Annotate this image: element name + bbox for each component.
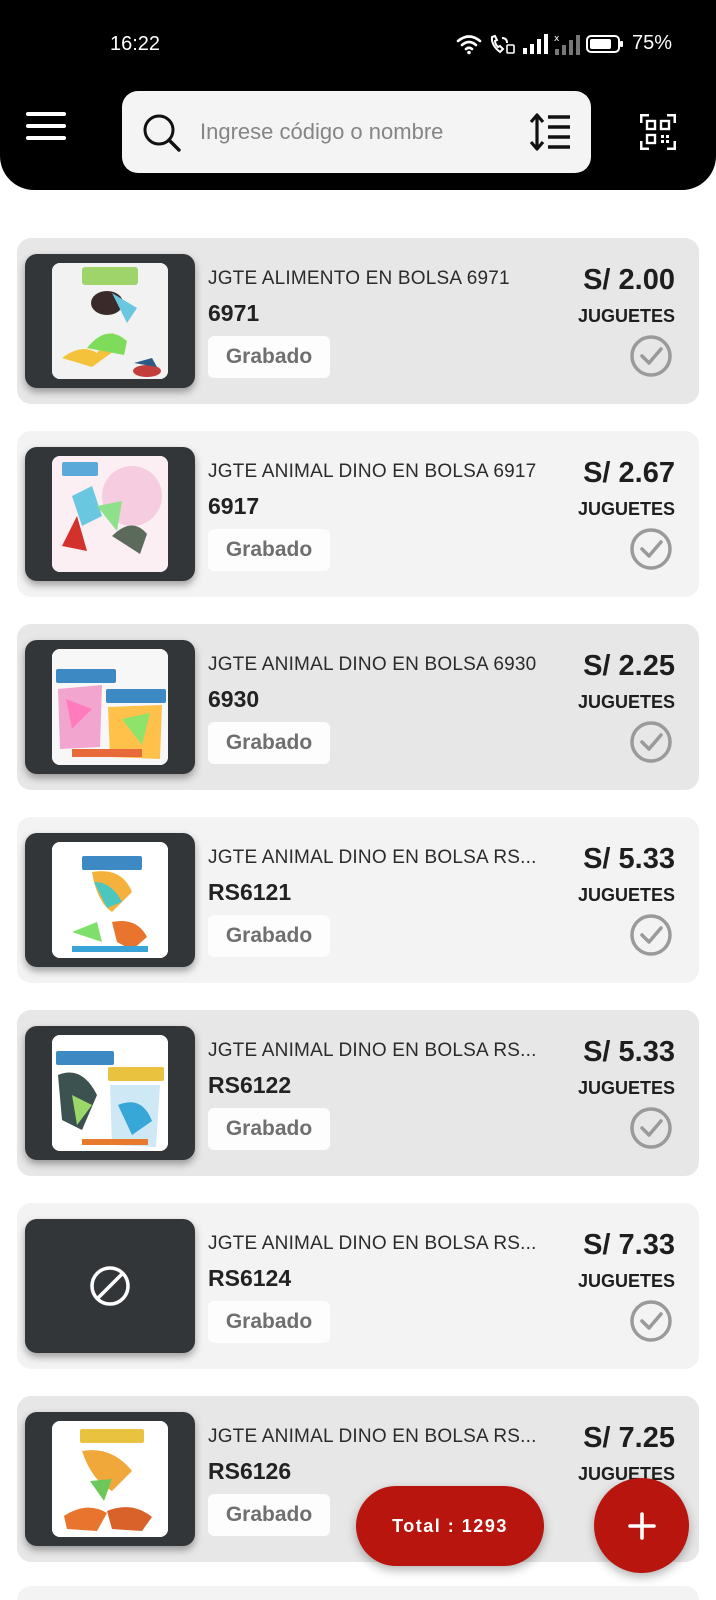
check-circle-icon [630,1300,672,1342]
product-card[interactable]: JGTE ANIMAL DINO EN BOLSA 6917 6917 Grab… [17,431,699,597]
product-price: S/ 5.33 [583,1036,675,1068]
product-code: 6971 [208,300,260,326]
status-time: 16:22 [110,33,161,55]
product-thumbnail [25,1219,195,1353]
product-thumbnail [25,1026,195,1160]
product-image [52,649,168,765]
status-badge: Grabado [208,336,330,378]
check-circle-icon [630,335,672,377]
total-count-button[interactable]: Total : 1293 [356,1486,544,1566]
product-price: S/ 5.33 [583,843,675,875]
product-code: RS6121 [208,879,292,905]
product-thumbnail [25,833,195,967]
status-badge: Grabado [208,529,330,571]
product-category: JUGUETES [577,692,675,712]
product-thumbnail [25,1412,195,1546]
check-circle-icon [630,721,672,763]
product-price: S/ 7.25 [583,1422,675,1454]
product-card-partial[interactable] [17,1586,699,1600]
plus-icon [628,1512,656,1540]
check-circle-icon [630,528,672,570]
product-name: JGTE ANIMAL DINO EN BOLSA RS... [208,1233,537,1254]
product-code: 6930 [208,686,260,712]
status-badge: Grabado [208,1108,330,1150]
product-card[interactable]: JGTE ANIMAL DINO EN BOLSA 6930 6930 Grab… [17,624,699,790]
product-name: JGTE ANIMAL DINO EN BOLSA 6917 [208,461,537,482]
vowifi-call-icon [490,34,515,54]
product-thumbnail [25,447,195,581]
product-thumbnail [25,640,195,774]
check-circle-icon [630,914,672,956]
product-name: JGTE ANIMAL DINO EN BOLSA RS... [208,1040,537,1061]
status-badge: Grabado [208,722,330,764]
product-card[interactable]: JGTE ANIMAL DINO EN BOLSA RS... RS6121 G… [17,817,699,983]
status-badge: Grabado [208,915,330,957]
product-name: JGTE ALIMENTO EN BOLSA 6971 [208,268,510,289]
product-card[interactable]: JGTE ANIMAL DINO EN BOLSA RS... RS6122 G… [17,1010,699,1176]
product-thumbnail [25,254,195,388]
product-category: JUGUETES [577,885,675,905]
product-name: JGTE ANIMAL DINO EN BOLSA 6930 [208,654,537,675]
status-badge: Grabado [208,1494,330,1536]
search-bar[interactable] [122,91,591,173]
product-code: 6917 [208,493,260,519]
product-code: RS6126 [208,1458,292,1484]
battery-icon [585,34,623,53]
svg-text:x: x [554,34,560,44]
product-name: JGTE ANIMAL DINO EN BOLSA RS... [208,847,537,868]
signal-icon [522,33,548,54]
product-card[interactable]: JGTE ANIMAL DINO EN BOLSA RS... RS6124 G… [17,1203,699,1369]
search-input[interactable] [200,109,500,155]
hamburger-menu-icon[interactable] [26,112,68,146]
status-bar: 16:22 x 75% [0,30,716,62]
product-list-screen: 16:22 x 75% Ingrese código o nombre JGTE… [0,0,716,1600]
product-category: JUGUETES [577,1271,675,1291]
qr-scan-icon[interactable] [640,114,676,150]
product-price: S/ 2.00 [583,264,675,296]
product-image [52,1421,168,1537]
no-image-icon [90,1266,130,1306]
product-price: S/ 2.67 [583,457,675,489]
product-image [52,842,168,958]
search-icon [143,114,181,152]
product-card[interactable]: JGTE ALIMENTO EN BOLSA 6971 6971 Grabado… [17,238,699,404]
product-price: S/ 7.33 [583,1229,675,1261]
product-name: JGTE ANIMAL DINO EN BOLSA RS... [208,1426,537,1447]
no-signal-icon: x [554,34,580,55]
wifi-icon [456,34,482,54]
product-image [52,263,168,379]
status-badge: Grabado [208,1301,330,1343]
check-circle-icon [630,1107,672,1149]
product-code: RS6122 [208,1072,292,1098]
add-product-button[interactable] [594,1478,689,1573]
product-code: RS6124 [208,1265,292,1291]
battery-percentage: 75% [631,32,672,54]
app-header: 16:22 x 75% Ingrese código o nombre [0,0,716,190]
product-price: S/ 2.25 [583,650,675,682]
sort-vertical-icon[interactable] [529,113,571,151]
product-image [52,456,168,572]
product-category: JUGUETES [577,306,675,326]
product-image [52,1035,168,1151]
status-icons: x 75% [456,32,672,55]
product-category: JUGUETES [577,499,675,519]
product-category: JUGUETES [577,1078,675,1098]
